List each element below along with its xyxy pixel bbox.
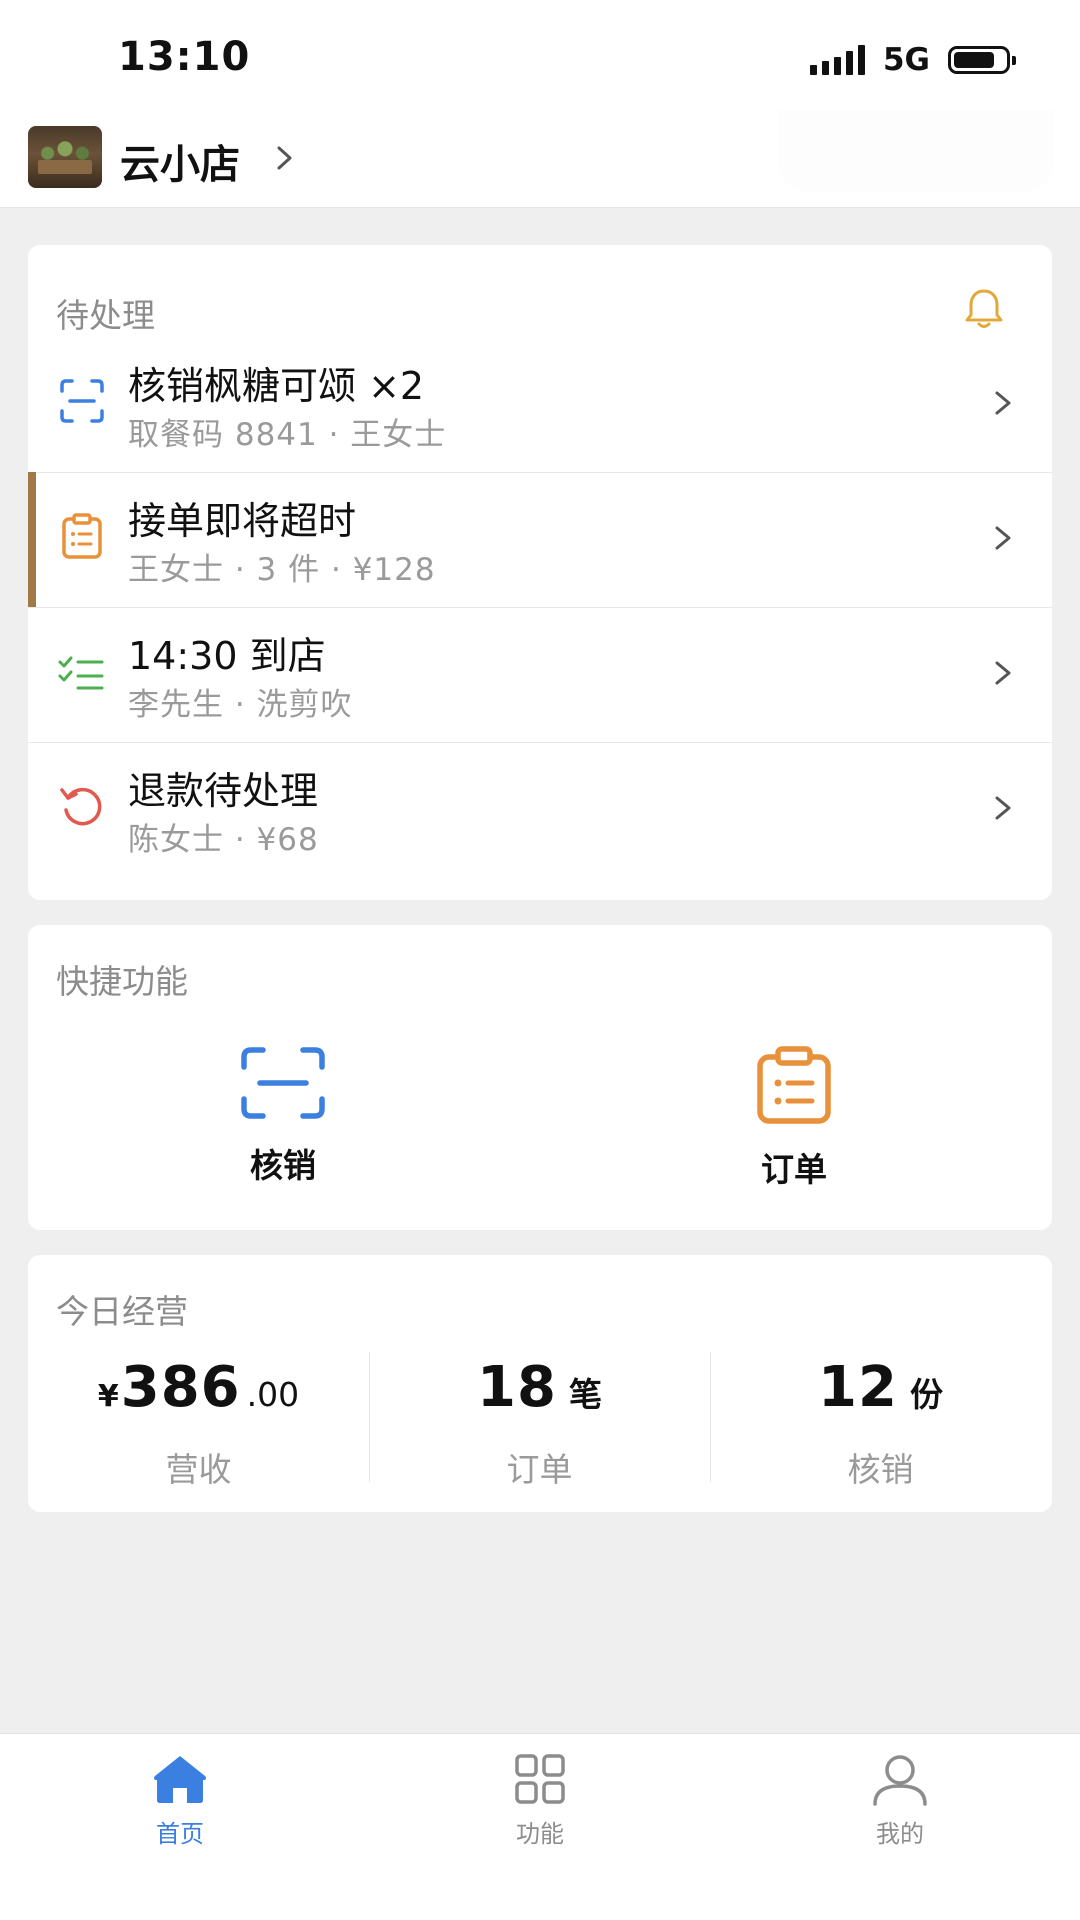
tab-home[interactable]: 首页 [80, 1752, 280, 1849]
pending-card: 待处理 核销枫糖可颂 ×2 取餐码 8841 · 王女士 接单即将超时 王女士 … [28, 245, 1052, 900]
bottom-tab-bar: 首页 功能 我的 [0, 1733, 1080, 1920]
today-stats-card: 今日经营 ¥ 386 .00 营收 18 笔 订单 12 份 核销 [28, 1255, 1052, 1512]
header-capsule [778, 110, 1054, 192]
currency-symbol: ¥ [97, 1379, 119, 1414]
clipboard-icon [62, 513, 102, 559]
stat-revenue[interactable]: ¥ 386 .00 营收 [28, 1355, 369, 1491]
today-stats-title: 今日经营 [56, 1292, 188, 1331]
chevron-right-icon[interactable] [270, 140, 300, 176]
shop-header: 云小店 [0, 110, 1080, 208]
revenue-value: 386 [120, 1355, 241, 1420]
shop-name[interactable]: 云小店 [120, 132, 240, 190]
pending-item-subtitle: 王女士 · 3 件 · ¥128 [128, 552, 436, 588]
tab-functions-label: 功能 [516, 1820, 564, 1848]
status-indicators: 5G [809, 42, 1016, 78]
verifications-unit: 份 [909, 1375, 943, 1414]
quick-verify-button[interactable]: 核销 [173, 1045, 393, 1187]
battery-level [954, 52, 994, 68]
pending-title: 待处理 [56, 296, 155, 335]
orders-label: 订单 [506, 1450, 573, 1489]
tab-home-label: 首页 [156, 1820, 204, 1848]
pending-item-title: 接单即将超时 [128, 499, 357, 543]
revenue-decimal: .00 [246, 1375, 300, 1414]
row-divider [28, 607, 1052, 608]
quick-orders-label: 订单 [761, 1150, 827, 1189]
pending-item-refund[interactable]: 退款待处理 陈女士 · ¥68 [28, 742, 1052, 877]
scan-icon [60, 379, 104, 423]
pending-item-subtitle: 取餐码 8841 · 王女士 [128, 417, 447, 453]
status-time: 13:10 [118, 34, 251, 80]
quick-functions-card: 快捷功能 核销 订单 [28, 925, 1052, 1230]
row-divider [28, 742, 1052, 743]
clipboard-icon [757, 1046, 831, 1124]
verifications-value: 12 [818, 1355, 898, 1420]
quick-functions-title: 快捷功能 [56, 962, 188, 1001]
pending-item-appointment[interactable]: 14:30 到店 李先生 · 洗剪吹 [28, 607, 1052, 742]
shop-avatar[interactable] [28, 126, 102, 188]
pending-item-subtitle: 陈女士 · ¥68 [128, 822, 319, 858]
pending-item-title: 14:30 到店 [128, 634, 326, 678]
refund-icon [60, 787, 102, 826]
pending-item-timeout[interactable]: 接单即将超时 王女士 · 3 件 · ¥128 [28, 472, 1052, 607]
stat-orders[interactable]: 18 笔 订单 [369, 1355, 710, 1491]
pending-item-verify[interactable]: 核销枫糖可颂 ×2 取餐码 8841 · 王女士 [28, 337, 1052, 472]
tab-me[interactable]: 我的 [800, 1752, 1000, 1849]
network-type: 5G [882, 42, 930, 78]
bell-icon[interactable] [960, 285, 1008, 333]
battery-icon [948, 46, 1016, 74]
status-bar: 13:10 5G [0, 0, 1080, 110]
chevron-right-icon [995, 661, 1011, 685]
quick-orders-button[interactable]: 订单 [684, 1045, 904, 1191]
grid-icon [515, 1754, 565, 1804]
orders-value: 18 [477, 1355, 557, 1420]
orders-unit: 笔 [568, 1375, 602, 1414]
home-icon [154, 1756, 206, 1803]
tab-functions[interactable]: 功能 [440, 1752, 640, 1849]
user-icon [873, 1755, 927, 1806]
verifications-label: 核销 [847, 1450, 914, 1489]
pending-item-title: 核销枫糖可颂 ×2 [128, 364, 425, 408]
pending-item-subtitle: 李先生 · 洗剪吹 [128, 687, 353, 723]
signal-icon [809, 45, 865, 75]
stat-verifications[interactable]: 12 份 核销 [710, 1355, 1051, 1491]
quick-verify-label: 核销 [250, 1146, 316, 1185]
checklist-icon [58, 656, 104, 690]
pending-item-title: 退款待处理 [128, 769, 319, 813]
chevron-right-icon [995, 391, 1011, 415]
tab-me-label: 我的 [876, 1820, 924, 1848]
scan-icon [241, 1047, 325, 1119]
chevron-right-icon [995, 796, 1011, 820]
urgent-indicator [28, 472, 36, 607]
revenue-label: 营收 [165, 1450, 232, 1489]
row-divider [28, 472, 1052, 473]
chevron-right-icon [995, 526, 1011, 550]
